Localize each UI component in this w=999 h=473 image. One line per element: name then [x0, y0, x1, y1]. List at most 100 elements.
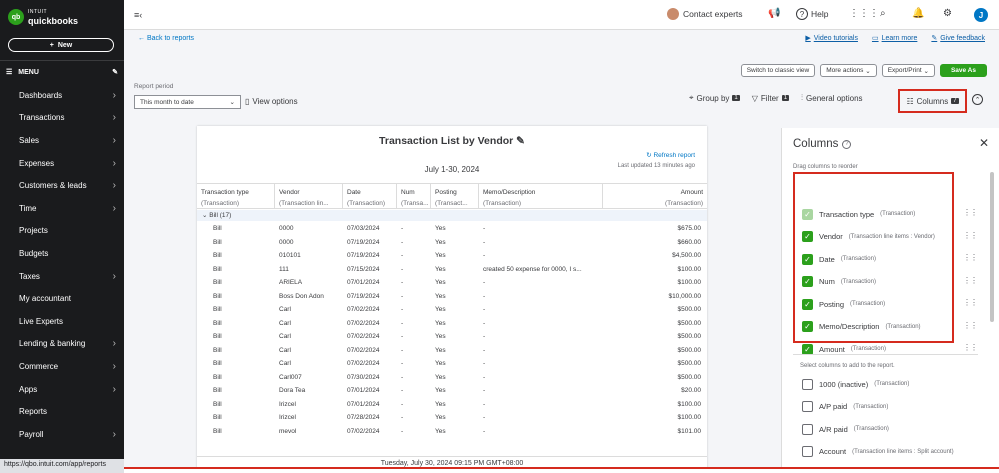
sidebar-item-dashboards[interactable]: Dashboards ›: [0, 84, 124, 107]
filter-button[interactable]: ▽ Filter 1: [752, 94, 790, 103]
checkbox-checked[interactable]: ✓: [802, 253, 813, 265]
checkbox-checked[interactable]: ✓: [802, 231, 813, 242]
settings-gear-icon[interactable]: ⚙: [943, 8, 952, 19]
column-option-num[interactable]: ✓ Num (Transaction): [802, 276, 876, 288]
column-option-memo-description[interactable]: ✓ Memo/Description (Transaction): [802, 321, 921, 333]
table-row[interactable]: Bill Carl 07/02/2024 - Yes - $500.00: [197, 303, 707, 317]
view-options-button[interactable]: ▯ View options: [245, 97, 298, 106]
sidebar-item-expenses[interactable]: Expenses ›: [0, 152, 124, 175]
give-feedback-link[interactable]: ✎ Give feedback: [931, 34, 985, 43]
edit-pencil-icon[interactable]: ✎: [112, 68, 118, 76]
user-avatar[interactable]: J: [974, 8, 988, 22]
sidebar-item-live-experts[interactable]: Live Experts: [0, 310, 124, 333]
column-option-a-p-paid[interactable]: A/P paid (Transaction): [802, 401, 888, 413]
table-row[interactable]: Bill Irizcel 07/01/2024 - Yes - $100.00: [197, 398, 707, 412]
sidebar-item-projects[interactable]: Projects: [0, 220, 124, 243]
search-icon[interactable]: ⌕: [880, 8, 886, 19]
report-period-select[interactable]: This month to date ⌄: [134, 95, 241, 109]
column-option-1000-inactive-[interactable]: 1000 (inactive) (Transaction): [802, 378, 909, 390]
drag-handle-icon[interactable]: ⋮⋮: [963, 343, 978, 352]
general-options-button[interactable]: ⫶ General options: [801, 93, 862, 103]
panel-scrollbar[interactable]: [990, 172, 994, 322]
drag-handle-icon[interactable]: ⋮⋮: [963, 208, 978, 217]
table-row[interactable]: Bill mevol 07/02/2024 - Yes - $101.00: [197, 425, 707, 439]
back-to-reports-link[interactable]: ← Back to reports: [138, 35, 194, 42]
column-header[interactable]: Posting (Transact...: [431, 184, 479, 208]
column-header[interactable]: Memo/Description (Transaction): [479, 184, 603, 208]
sidebar-item-my-accountant[interactable]: My accountant: [0, 287, 124, 310]
column-option-vendor[interactable]: ✓ Vendor (Transaction line items : Vendor): [802, 231, 935, 243]
sidebar-item-sales[interactable]: Sales ›: [0, 129, 124, 152]
table-row[interactable]: Bill Dora Tea 07/01/2024 - Yes - $20.00: [197, 384, 707, 398]
table-row[interactable]: Bill 010101 07/19/2024 - Yes - $4,500.00: [197, 249, 707, 263]
column-option-a-r-paid[interactable]: A/R paid (Transaction): [802, 423, 889, 435]
checkbox-checked[interactable]: ✓: [802, 276, 813, 287]
table-row[interactable]: Bill Carl 07/02/2024 - Yes - $500.00: [197, 317, 707, 331]
new-button[interactable]: + New: [8, 38, 114, 52]
group-by-button[interactable]: ⌖ Group by 1: [689, 93, 740, 103]
table-row[interactable]: Bill Irizcel 07/28/2024 - Yes - $100.00: [197, 411, 707, 425]
sidebar-item-reports[interactable]: Reports: [0, 400, 124, 423]
column-option-transaction-type[interactable]: ✓ Transaction type (Transaction): [802, 208, 915, 220]
notifications-bell-icon[interactable]: 🔔: [912, 8, 924, 19]
drag-handle-icon[interactable]: ⋮⋮: [963, 298, 978, 307]
collapse-panel-icon[interactable]: ⌃: [972, 94, 983, 105]
edit-title-icon[interactable]: ✎: [516, 135, 525, 147]
table-row[interactable]: Bill 0000 07/03/2024 - Yes - $675.00: [197, 222, 707, 236]
table-row[interactable]: Bill Carl 07/02/2024 - Yes - $500.00: [197, 344, 707, 358]
columns-button[interactable]: ☷ Columns 7: [898, 89, 967, 113]
sidebar-item-budgets[interactable]: Budgets: [0, 242, 124, 265]
close-icon[interactable]: ✕: [979, 136, 989, 150]
checkbox-unchecked[interactable]: [802, 446, 813, 457]
sidebar-item-lending-banking[interactable]: Lending & banking ›: [0, 333, 124, 356]
more-actions-button[interactable]: More actions ⌄: [820, 64, 877, 77]
drag-handle-icon[interactable]: ⋮⋮: [963, 231, 978, 240]
group-row-bill[interactable]: ⌄ Bill (17): [197, 210, 707, 221]
help-button[interactable]: ? Help: [796, 8, 828, 20]
table-row[interactable]: Bill 0000 07/19/2024 - Yes - $660.00: [197, 236, 707, 250]
checkbox-checked[interactable]: ✓: [802, 298, 813, 310]
column-option-account[interactable]: Account (Transaction line items : Split a…: [802, 446, 954, 458]
menu-icon[interactable]: ☰: [6, 68, 12, 76]
table-row[interactable]: Bill 111 07/15/2024 - Yes created 50 expense …: [197, 263, 707, 277]
sidebar-item-customers-leads[interactable]: Customers & leads ›: [0, 174, 124, 197]
sidebar-item-payroll[interactable]: Payroll ›: [0, 423, 124, 446]
column-header[interactable]: Date (Transaction): [343, 184, 397, 208]
megaphone-icon[interactable]: 📢: [768, 8, 780, 19]
column-option-date[interactable]: ✓ Date (Transaction): [802, 253, 876, 265]
apps-grid-icon[interactable]: ⋮⋮⋮: [849, 8, 879, 19]
checkbox-unchecked[interactable]: [802, 378, 813, 390]
refresh-report-link[interactable]: ↻ Refresh report: [646, 151, 695, 159]
sidebar-item-transactions[interactable]: Transactions ›: [0, 107, 124, 130]
table-row[interactable]: Bill Carl007 07/30/2024 - Yes - $500.00: [197, 371, 707, 385]
collapse-menu-icon[interactable]: ≡‹: [134, 10, 142, 20]
sidebar-item-commerce[interactable]: Commerce ›: [0, 355, 124, 378]
export-print-button[interactable]: Export/Print ⌄: [881, 64, 935, 77]
save-as-button[interactable]: Save As: [939, 64, 987, 77]
quickbooks-logo[interactable]: qb INTUIT quickbooks: [8, 8, 78, 26]
sidebar-item-time[interactable]: Time ›: [0, 197, 124, 220]
column-option-posting[interactable]: ✓ Posting (Transaction): [802, 298, 885, 310]
checkbox-unchecked[interactable]: [802, 401, 813, 412]
table-row[interactable]: Bill ARIELA 07/01/2024 - Yes - $100.00: [197, 276, 707, 290]
checkbox-checked[interactable]: ✓: [802, 321, 813, 332]
table-row[interactable]: Bill Boss Don Adon 07/19/2024 - Yes - $10,000.…: [197, 290, 707, 304]
column-header[interactable]: Num (Transa...: [397, 184, 431, 208]
column-header[interactable]: Transaction type (Transaction): [197, 184, 275, 208]
column-header[interactable]: Amount (Transaction): [603, 184, 707, 208]
drag-handle-icon[interactable]: ⋮⋮: [963, 321, 978, 330]
table-row[interactable]: Bill Carl 07/02/2024 - Yes - $500.00: [197, 330, 707, 344]
learn-more-link[interactable]: ▭ Learn more: [872, 34, 917, 43]
info-icon[interactable]: ?: [842, 139, 852, 149]
sidebar-item-apps[interactable]: Apps ›: [0, 378, 124, 401]
drag-handle-icon[interactable]: ⋮⋮: [963, 276, 978, 285]
drag-handle-icon[interactable]: ⋮⋮: [963, 253, 978, 262]
sidebar-item-taxes[interactable]: Taxes ›: [0, 265, 124, 288]
switch-classic-view-button[interactable]: Switch to classic view: [740, 64, 816, 77]
contact-experts-button[interactable]: Contact experts: [667, 8, 743, 20]
video-tutorials-link[interactable]: ▶ Video tutorials: [805, 34, 858, 43]
table-row[interactable]: Bill Carl 07/02/2024 - Yes - $500.00: [197, 357, 707, 371]
column-header[interactable]: Vendor (Transaction lin...: [275, 184, 343, 208]
checkbox-unchecked[interactable]: [802, 423, 813, 435]
checkbox-checked[interactable]: ✓: [802, 343, 813, 355]
